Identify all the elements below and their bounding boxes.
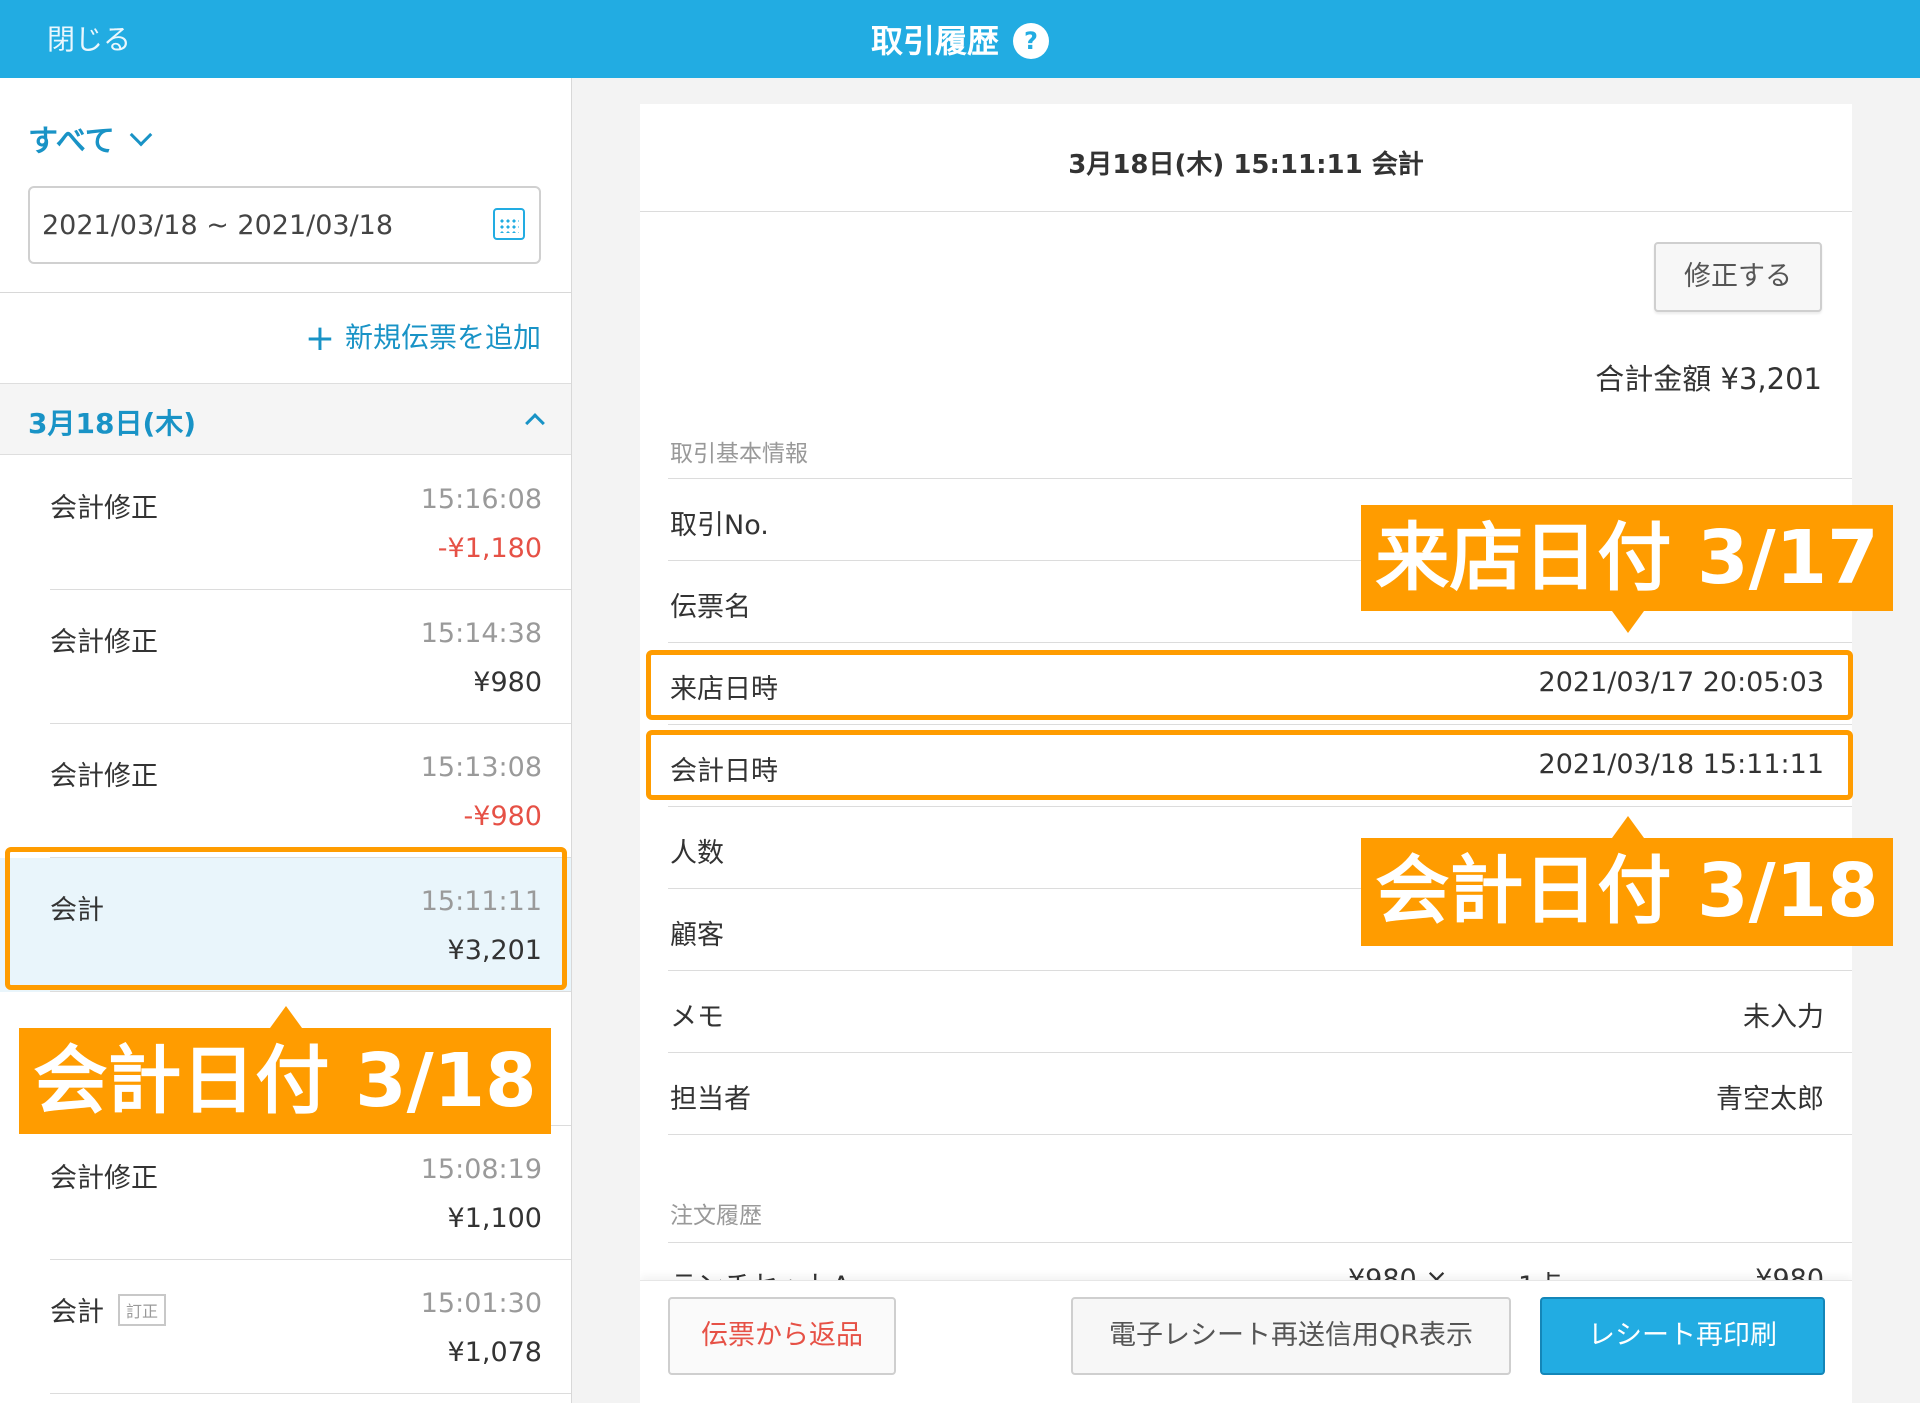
- row-value: 未入力: [1743, 1002, 1824, 1033]
- transaction-item[interactable]: 会計修正 15:14:38 ¥980: [0, 590, 571, 724]
- transaction-amount: ¥1,078: [447, 1337, 542, 1368]
- order-history-section-label: 注文履歴: [670, 1203, 762, 1229]
- callout-checkout-date-right-pointer: [1612, 816, 1644, 838]
- detail-row-staff: 担当者 青空太郎: [668, 1053, 1852, 1135]
- transaction-name: 会計修正: [50, 493, 158, 524]
- transaction-item-selected[interactable]: 会計 15:11:11 ¥3,201: [0, 858, 571, 992]
- transaction-name: 会計修正: [50, 1163, 158, 1194]
- detail-panel: 3月18日(木) 15:11:11 会計 修正する 合計金額 ¥3,201 取引…: [640, 104, 1852, 1403]
- date-range-field[interactable]: 2021/03/18 ~ 2021/03/18: [28, 186, 541, 264]
- transaction-amount: -¥1,180: [437, 533, 542, 564]
- transaction-time: 15:08:19: [420, 1154, 542, 1185]
- date-range-value: 2021/03/18 ~ 2021/03/18: [42, 210, 394, 241]
- transaction-time: 15:16:08: [420, 484, 542, 515]
- callout-visit-date: 来店日付 3/17: [1361, 505, 1893, 611]
- transaction-item[interactable]: 会計 訂正 15:01:30 ¥1,078: [0, 1260, 571, 1394]
- calendar-icon[interactable]: [493, 208, 525, 240]
- callout-checkout-date-left-pointer: [270, 1006, 302, 1028]
- callout-visit-date-pointer: [1612, 611, 1644, 633]
- callout-checkout-date-left: 会計日付 3/18: [19, 1028, 551, 1134]
- action-footer: 伝票から返品 電子レシート再送信用QR表示 レシート再印刷: [640, 1280, 1852, 1403]
- row-label: 来店日時: [670, 674, 778, 705]
- divider: [0, 292, 571, 293]
- basic-info-section-label: 取引基本情報: [670, 441, 808, 467]
- row-label: 会計日時: [670, 756, 778, 787]
- transaction-time: 15:11:11: [420, 886, 542, 917]
- detail-row-visit-datetime: 来店日時 2021/03/17 20:05:03: [668, 643, 1852, 725]
- return-from-slip-button[interactable]: 伝票から返品: [668, 1297, 896, 1375]
- transaction-time: 15:14:38: [420, 618, 542, 649]
- transaction-item[interactable]: 会計修正 15:16:08 -¥1,180: [0, 456, 571, 590]
- day-group-header[interactable]: 3月18日(木): [0, 383, 571, 455]
- row-label: 人数: [670, 838, 724, 869]
- transaction-name: 会計修正: [50, 627, 158, 658]
- chevron-down-icon: [129, 123, 153, 147]
- page-title-wrap: 取引履歴?: [0, 16, 1920, 62]
- transaction-amount: ¥980: [473, 667, 542, 698]
- transaction-name: 会計修正: [50, 761, 158, 792]
- filter-dropdown[interactable]: すべて: [28, 116, 153, 160]
- top-bar: 閉じる 取引履歴?: [0, 0, 1920, 78]
- chevron-up-icon: [525, 413, 545, 433]
- transaction-item[interactable]: 会計修正 15:08:19 ¥1,100: [0, 1126, 571, 1260]
- plus-icon: +: [304, 318, 335, 359]
- detail-row-checkout-datetime: 会計日時 2021/03/18 15:11:11: [668, 725, 1852, 807]
- detail-title: 3月18日(木) 15:11:11 会計: [640, 104, 1852, 212]
- reprint-receipt-button[interactable]: レシート再印刷: [1540, 1297, 1825, 1375]
- page-title: 取引履歴: [870, 22, 999, 60]
- detail-row-memo: メモ 未入力: [668, 971, 1852, 1053]
- transaction-name-wrap: 会計 訂正: [50, 1290, 167, 1329]
- row-label: 担当者: [670, 1084, 751, 1115]
- row-label: 顧客: [670, 920, 724, 951]
- row-label: 伝票名: [670, 592, 751, 623]
- row-value: 青空太郎: [1716, 1084, 1824, 1115]
- row-label: 取引No.: [670, 510, 769, 541]
- add-new-label: 新規伝票を追加: [344, 321, 541, 354]
- transaction-name: 会計: [50, 1297, 104, 1328]
- transaction-amount: ¥3,201: [447, 935, 542, 966]
- sidebar: すべて 2021/03/18 ~ 2021/03/18 + 新規伝票を追加 3月1…: [0, 78, 572, 1403]
- add-new-slip-button[interactable]: + 新規伝票を追加: [305, 316, 541, 359]
- callout-checkout-date-right: 会計日付 3/18: [1361, 838, 1893, 946]
- row-value: 2021/03/18 15:11:11: [1538, 749, 1824, 780]
- row-value: 2021/03/17 20:05:03: [1538, 667, 1824, 698]
- filter-label: すべて: [28, 124, 115, 159]
- transaction-name: 会計: [50, 895, 104, 926]
- transaction-time: 15:01:30: [420, 1288, 542, 1319]
- day-group-label: 3月18日(木): [28, 407, 197, 440]
- correction-badge: 訂正: [118, 1294, 167, 1326]
- edit-button[interactable]: 修正する: [1654, 242, 1822, 312]
- divider: [668, 1242, 1852, 1243]
- show-receipt-qr-button[interactable]: 電子レシート再送信用QR表示: [1071, 1297, 1511, 1375]
- transaction-time: 15:13:08: [420, 752, 542, 783]
- transaction-amount: ¥1,100: [447, 1203, 542, 1234]
- row-label: メモ: [670, 1002, 724, 1033]
- help-icon[interactable]: ?: [1013, 23, 1049, 59]
- transaction-amount: -¥980: [463, 801, 542, 832]
- transaction-item[interactable]: 会計修正 15:13:08 -¥980: [0, 724, 571, 858]
- total-amount: 合計金額 ¥3,201: [1595, 362, 1822, 396]
- transaction-list: 会計修正 15:16:08 -¥1,180 会計修正 15:14:38 ¥980…: [0, 456, 571, 1394]
